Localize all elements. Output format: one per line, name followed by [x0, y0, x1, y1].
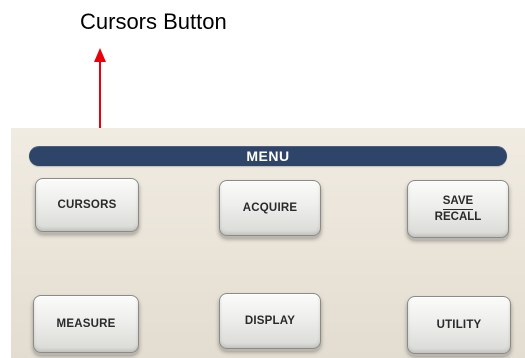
acquire-button[interactable]: ACQUIRE [219, 180, 321, 236]
menu-header-bar: MENU [29, 146, 507, 166]
menu-panel: MENU CURSORS ACQUIRE SAVE RECALL MEASURE… [11, 128, 525, 358]
utility-button[interactable]: UTILITY [407, 296, 511, 354]
cursors-button-callout-label: Cursors Button [80, 9, 227, 34]
display-button-label: DISPLAY [244, 314, 296, 327]
recall-label: RECALL [434, 210, 482, 223]
acquire-button-label: ACQUIRE [242, 201, 298, 214]
oscilloscope-menu-figure: Cursors Button MENU CURSORS ACQUIRE SAVE… [0, 0, 525, 358]
callout-arrowhead-icon [94, 48, 106, 62]
save-label: SAVE [442, 195, 474, 210]
menu-title: MENU [246, 148, 290, 164]
save-recall-label-stack: SAVE RECALL [435, 195, 482, 224]
measure-button-label: MEASURE [56, 317, 116, 330]
measure-button[interactable]: MEASURE [33, 295, 139, 353]
cursors-button-label: CURSORS [57, 198, 117, 211]
cursors-button[interactable]: CURSORS [35, 178, 139, 232]
display-button[interactable]: DISPLAY [219, 293, 321, 349]
utility-button-label: UTILITY [436, 318, 482, 331]
save-recall-button[interactable]: SAVE RECALL [407, 180, 509, 238]
